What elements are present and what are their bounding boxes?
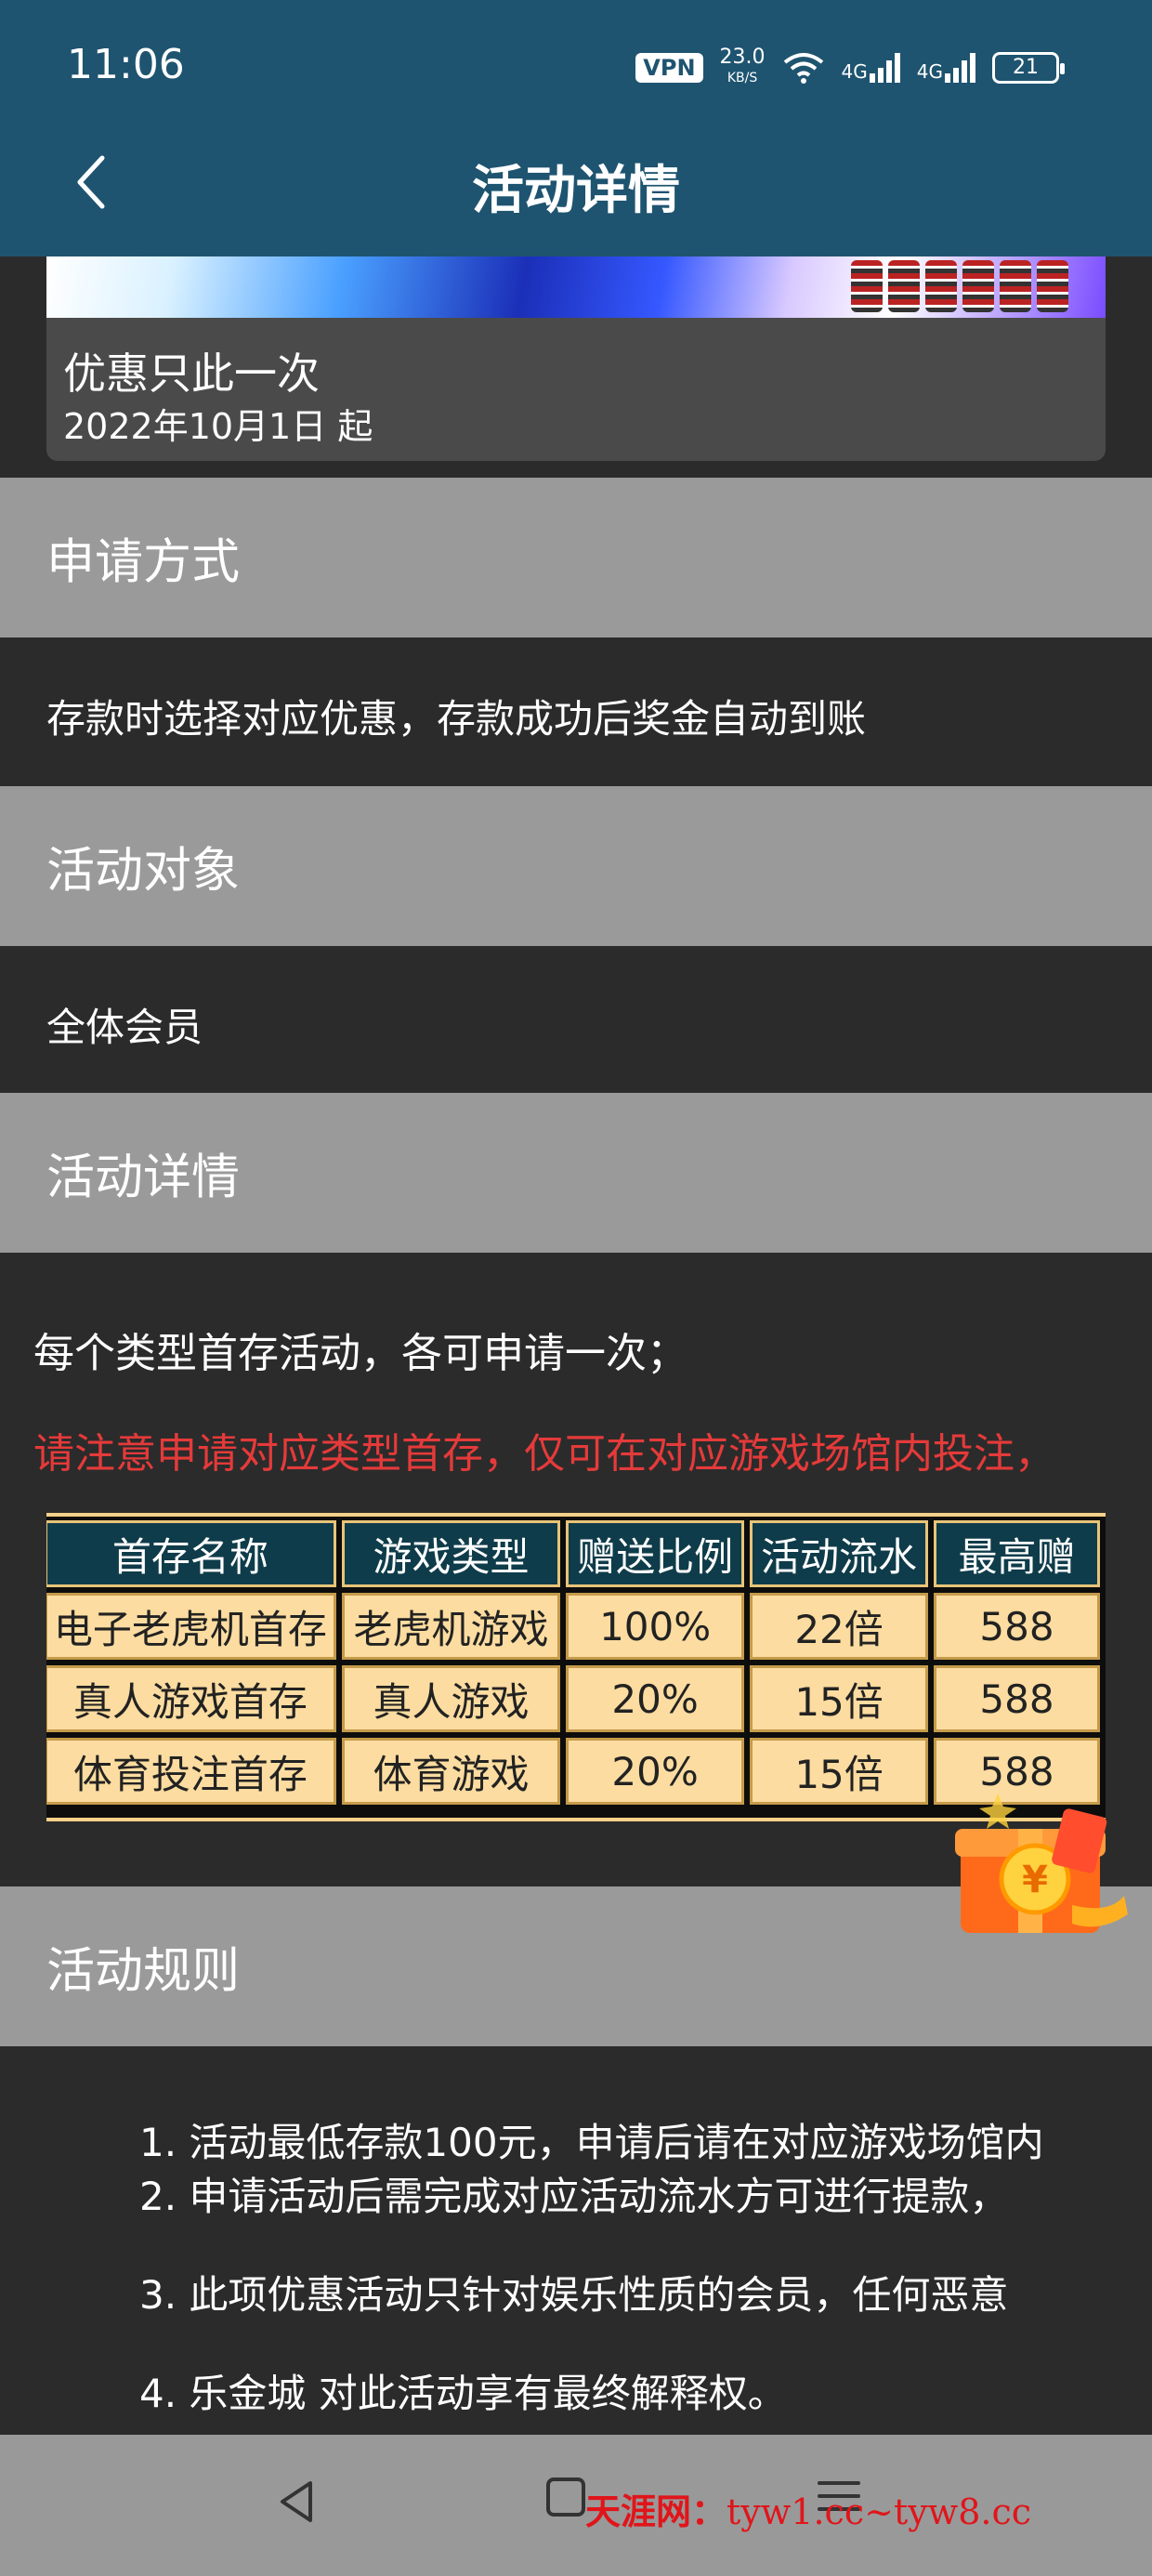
target-text: 全体会员 [46,1005,203,1050]
section-body-apply: 存款时选择对应优惠，存款成功后奖金自动到账 [0,637,1152,786]
section-body-target: 全体会员 [0,946,1152,1093]
nav-home-icon[interactable] [546,2477,585,2517]
rule-item: 2. 申请活动后需完成对应活动流水方可进行提款， [139,2174,1009,2219]
watermark-name: 天涯网： [585,2491,727,2532]
table-header-cell: 最高赠 [934,1520,1100,1587]
table-cell: 100% [566,1593,745,1660]
bonus-table-grid: 首存名称 游戏类型 赠送比例 活动流水 最高赠 电子老虎机首存 老虎机游戏 10… [46,1517,1106,1810]
wifi-icon [783,53,823,84]
table-cell: 真人游戏首存 [46,1665,336,1732]
rule-item: 4. 乐金城 对此活动享有最终解释权。 [139,2371,787,2416]
section-header-target: 活动对象 [0,786,1152,946]
section-header-apply: 申请方式 [0,478,1152,637]
section-header-details: 活动详情 [0,1093,1152,1253]
signal-2-label: 4G [916,60,943,83]
status-time: 11:06 [67,41,185,88]
battery-icon: 21 [992,52,1065,84]
signal-1-label: 4G [841,60,868,83]
table-cell: 588 [934,1593,1100,1660]
net-speed-unit: KB/S [727,71,758,85]
net-speed: 23.0 KB/S [720,47,766,88]
casino-chips-image [851,260,1068,312]
svg-text:¥: ¥ [1022,1859,1048,1901]
section-title-details: 活动详情 [46,1150,241,1206]
section-title-rules: 活动规则 [46,1943,241,2000]
table-cell: 22倍 [750,1593,929,1660]
vpn-badge: VPN [635,53,703,83]
table-cell: 15倍 [750,1738,929,1805]
signal-1-icon: 4G [842,53,900,83]
table-cell: 20% [566,1665,745,1732]
table-header-cell: 首存名称 [46,1520,336,1587]
status-icons: VPN 23.0 KB/S 4G 4G 21 [635,45,1065,91]
rule-item: 1. 活动最低存款100元，申请后请在对应游戏场馆内 [139,2120,1044,2165]
gift-box-icon[interactable]: ¥ [942,1775,1133,1948]
signal-2-icon: 4G [917,53,975,83]
table-cell: 体育游戏 [341,1738,561,1805]
details-warning-line: 请注意申请对应类型首存，仅可在对应游戏场馆内投注， [33,1430,1055,1478]
status-bar: 11:06 VPN 23.0 KB/S 4G 4G 21 [0,0,1152,139]
table-row: 真人游戏首存 真人游戏 20% 15倍 588 [46,1665,1100,1732]
promo-banner-image [46,256,1106,318]
table-header-cell: 游戏类型 [341,1520,561,1587]
rule-item: 3. 此项优惠活动只针对娱乐性质的会员，任何恶意 [139,2272,1009,2318]
rules-list: 1. 活动最低存款100元，申请后请在对应游戏场馆内 2. 申请活动后需完成对应… [139,2111,1152,2435]
promo-title: 优惠只此一次 [63,348,320,399]
page-title: 活动详情 [472,161,680,221]
table-cell: 真人游戏 [341,1665,561,1732]
section-title-target: 活动对象 [46,843,241,900]
top-bar: 11:06 VPN 23.0 KB/S 4G 4G 21 活动详情 [0,0,1152,256]
table-header-cell: 活动流水 [750,1520,929,1587]
watermark: 天涯网：tyw1.cc~tyw8.cc [585,2483,1031,2534]
watermark-urls: tyw1.cc~tyw8.cc [727,2491,1032,2532]
table-row: 电子老虎机首存 老虎机游戏 100% 22倍 588 [46,1593,1100,1660]
table-header-row: 首存名称 游戏类型 赠送比例 活动流水 最高赠 [46,1520,1100,1587]
table-cell: 体育投注首存 [46,1738,336,1805]
promo-date: 2022年10月1日 起 [63,406,373,447]
table-cell: 15倍 [750,1665,929,1732]
table-cell: 20% [566,1738,745,1805]
details-line-1: 每个类型首存活动，各可申请一次； [33,1330,687,1377]
table-cell: 电子老虎机首存 [46,1593,336,1660]
nav-back-icon[interactable] [269,2474,325,2530]
table-cell: 老虎机游戏 [341,1593,561,1660]
net-speed-value: 23.0 [719,46,766,69]
table-header-cell: 赠送比例 [566,1520,745,1587]
system-nav-bar: 天涯网：tyw1.cc~tyw8.cc [0,2435,1152,2576]
table-cell: 588 [934,1665,1100,1732]
promo-card[interactable]: 优惠只此一次 2022年10月1日 起 [46,256,1106,461]
apply-text: 存款时选择对应优惠，存款成功后奖金自动到账 [46,696,867,742]
section-title-apply: 申请方式 [46,534,241,591]
